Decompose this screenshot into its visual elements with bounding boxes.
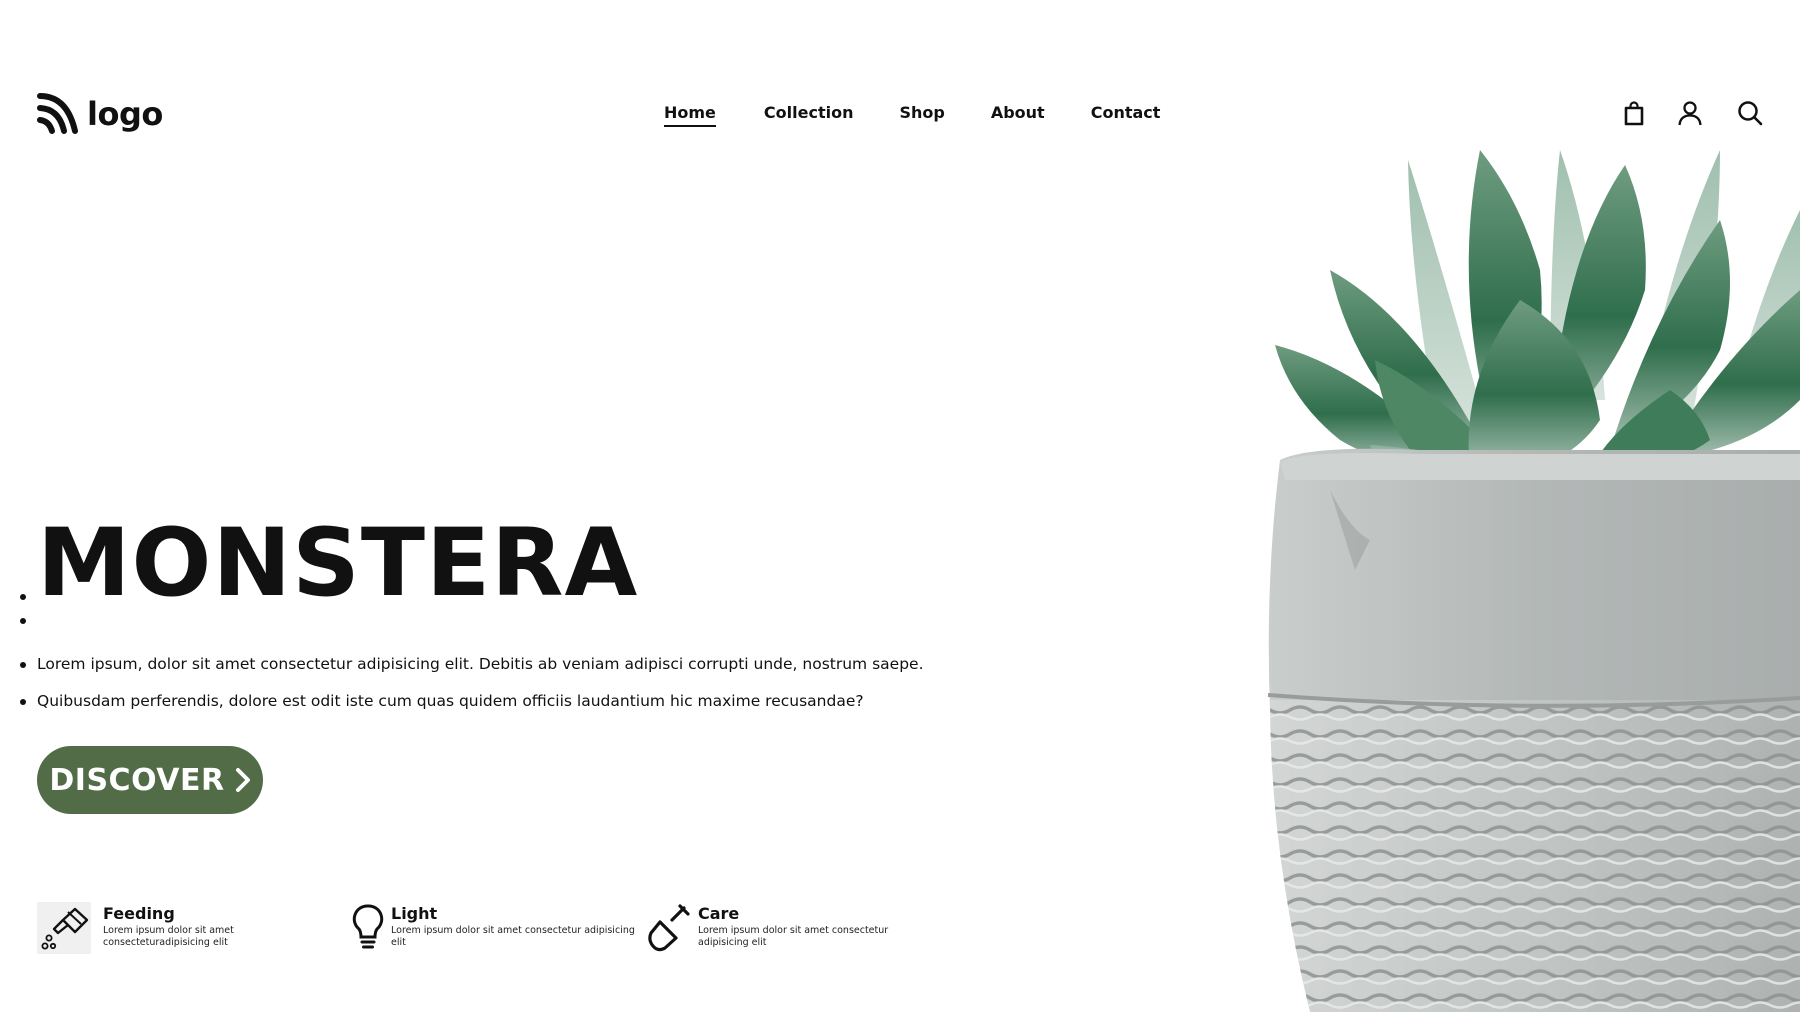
bullet-dot — [20, 594, 26, 600]
bullet-dot — [20, 618, 26, 624]
shopping-bag-icon[interactable] — [1620, 99, 1648, 127]
feature-title: Light — [391, 904, 438, 923]
feature-title: Care — [698, 904, 740, 923]
feature-title: Feeding — [103, 904, 175, 923]
nav-about[interactable]: About — [991, 103, 1045, 127]
light-bulb-icon — [350, 902, 386, 954]
description-line: Lorem ipsum, dolor sit amet consectetur … — [20, 646, 924, 683]
search-icon[interactable] — [1736, 99, 1764, 127]
feature-care: Care Lorem ipsum dolor sit amet consecte… — [646, 900, 906, 956]
feature-text: Lorem ipsum dolor sit amet consectetur a… — [391, 925, 635, 948]
feature-text: Lorem ipsum dolor sit amet consecteturad… — [103, 925, 234, 948]
nav-contact[interactable]: Contact — [1091, 103, 1161, 127]
chevron-right-icon — [235, 768, 250, 792]
description-line: Quibusdam perferendis, dolore est odit i… — [20, 683, 924, 720]
hero-title: MONSTERA — [37, 509, 639, 618]
shovel-icon — [646, 902, 690, 954]
logo-text: logo — [87, 95, 163, 133]
logo[interactable]: logo — [37, 93, 163, 135]
discover-button-label: DISCOVER — [49, 762, 225, 798]
nav-collection[interactable]: Collection — [764, 103, 854, 127]
nav-home[interactable]: Home — [664, 103, 716, 127]
discover-button[interactable]: DISCOVER — [37, 746, 263, 814]
feature-feeding: Feeding Lorem ipsum dolor sit amet conse… — [37, 900, 337, 956]
user-icon[interactable] — [1676, 99, 1704, 127]
feature-text: Lorem ipsum dolor sit amet consectetur a… — [698, 925, 889, 948]
main-nav: Home Collection Shop About Contact — [664, 103, 1160, 127]
feature-light: Light Lorem ipsum dolor sit amet consect… — [350, 900, 650, 956]
hero-description: Lorem ipsum, dolor sit amet consectetur … — [20, 646, 924, 720]
succulent-image — [1250, 150, 1800, 1012]
logo-icon — [37, 93, 78, 134]
nav-shop[interactable]: Shop — [899, 103, 944, 127]
watering-can-icon — [37, 902, 91, 954]
